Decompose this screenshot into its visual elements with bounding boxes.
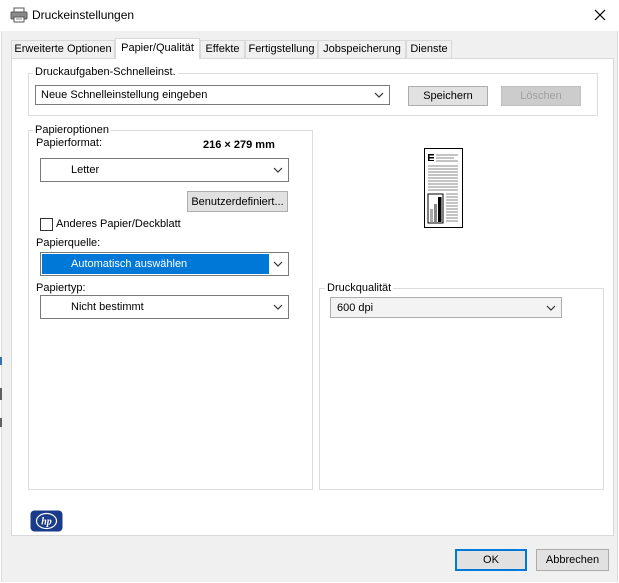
save-button[interactable]: Speichern [408,86,488,106]
paper-type-label: Papiertyp: [36,282,86,294]
quickset-group-label: Druckaufgaben-Schnelleinst. [33,66,178,78]
cancel-button[interactable]: Abbrechen [536,549,609,571]
document-preview-icon [424,148,463,228]
chevron-down-icon [273,296,283,318]
hp-logo: hp [30,510,63,532]
paper-source-label: Papierquelle: [36,237,101,249]
background-window-edge [0,418,2,427]
chevron-down-icon [273,253,283,275]
paper-format-label: Papierformat: [36,137,103,149]
other-paper-label: Anderes Papier/Deckblatt [56,218,181,230]
close-button[interactable] [586,3,614,27]
tab-finishing[interactable]: Fertigstellung [245,40,318,58]
quickset-combo[interactable]: Neue Schnelleinstellung eingeben [35,85,390,105]
chevron-down-icon [374,86,384,104]
close-icon [594,9,606,21]
tab-services[interactable]: Dienste [406,40,452,58]
window-title: Druckeinstellungen [32,8,135,22]
print-quality-combo[interactable]: 600 dpi [330,297,562,318]
other-paper-checkbox[interactable] [40,218,53,231]
custom-size-button[interactable]: Benutzerdefiniert... [187,191,288,212]
tab-paper-quality[interactable]: Papier/Qualität [115,38,200,59]
delete-button[interactable]: Löschen [501,86,581,106]
printer-icon [10,7,28,23]
paper-source-combo[interactable]: Automatisch auswählen [40,252,289,276]
ok-button[interactable]: OK [455,549,527,571]
paper-type-combo[interactable]: Nicht bestimmt [40,295,289,319]
paper-size-text: 216 × 279 mm [203,139,275,151]
chevron-down-icon [546,298,556,317]
tab-job-storage[interactable]: Jobspeicherung [318,40,406,58]
tab-effects[interactable]: Effekte [200,40,245,58]
print-quality-group-label: Druckqualität [325,282,394,294]
background-window-edge [0,388,2,400]
tab-advanced-options[interactable]: Erweiterte Optionen [11,40,115,58]
chevron-down-icon [273,159,283,181]
svg-text:hp: hp [41,517,52,528]
paper-options-group-label: Papieroptionen [33,124,112,136]
print-quality-group [319,288,604,490]
paper-format-combo[interactable]: Letter [40,158,289,182]
background-window-edge [0,357,2,365]
